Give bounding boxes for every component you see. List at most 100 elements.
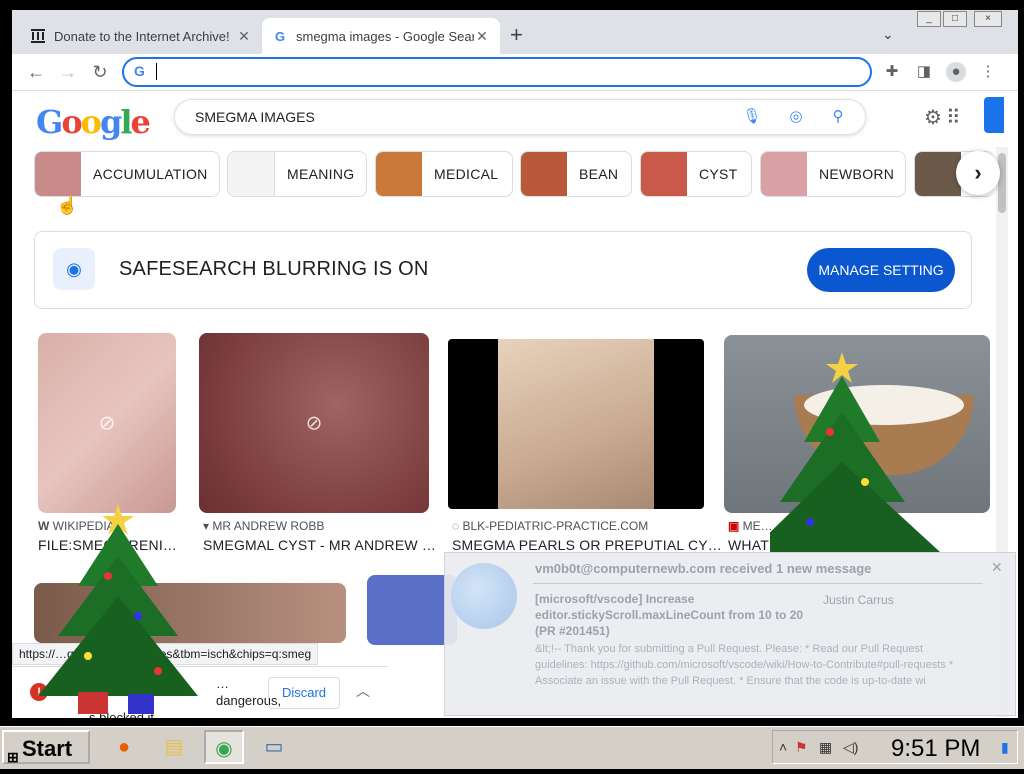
maximize-button[interactable]: □ (943, 11, 967, 27)
firefox-icon[interactable]: ● (104, 730, 144, 764)
search-query[interactable]: SMEGMA IMAGES (195, 109, 315, 125)
result-title[interactable]: SMEGMA PEARLS OR PREPUTIAL CY… (452, 537, 722, 553)
close-tab-icon[interactable]: ✕ (474, 28, 490, 45)
google-g-icon: G (134, 63, 145, 79)
settings-gear-icon[interactable]: ⚙ (924, 105, 942, 130)
result-image-1[interactable]: ⊘ (38, 333, 176, 513)
microphone-icon[interactable]: 🎙 (741, 106, 763, 128)
reload-icon[interactable]: ↻ (88, 60, 112, 84)
christmas-tree-icon (38, 504, 198, 714)
google-g-icon: G (274, 28, 286, 44)
google-doodle-logo[interactable]: Google (36, 103, 151, 141)
start-button[interactable]: ⊞ Start (2, 730, 90, 765)
notification-divider (533, 583, 983, 584)
windows-flag-icon: ⊞ (7, 749, 19, 765)
profile-avatar-icon[interactable]: ● (946, 62, 966, 82)
address-bar[interactable]: G (122, 57, 872, 87)
back-arrow-icon[interactable]: ← (24, 60, 48, 84)
chip-label: CYST (699, 166, 738, 182)
chip-newborn[interactable]: NEWBORN (760, 151, 906, 197)
result-image-2[interactable]: ⊘ (199, 333, 429, 513)
chip-thumbnail (761, 152, 807, 196)
chip-label: NEWBORN (819, 166, 895, 182)
result-source[interactable]: ◌ BLK-PEDIATRIC-PRACTICE.COM (452, 519, 648, 533)
safesearch-banner: ◉ SAFESEARCH BLURRING IS ON MANAGE SETTI… (34, 231, 972, 309)
chip-thumbnail (376, 152, 422, 196)
chip-thumbnail (915, 152, 961, 196)
tab-title: smegma images - Google Search (296, 28, 474, 44)
photo-content (498, 339, 654, 509)
result-source[interactable]: ▣ ME… (728, 519, 773, 533)
eye-off-icon: ◉ (53, 248, 95, 290)
system-tray: ˄ ⚑ ▦ ◁) 9:51 PM ▮ (772, 730, 1018, 764)
side-panel-icon[interactable]: ◨ (914, 62, 934, 82)
network-icon[interactable]: ▦ (819, 739, 832, 756)
volume-icon[interactable]: ◁) (843, 739, 858, 756)
text-caret (156, 63, 157, 80)
windows-taskbar: ⊞ Start ● ▤ ◉ ▭ ˄ ⚑ ▦ ◁) 9:51 PM ▮ (0, 726, 1024, 769)
chip-medical[interactable]: MEDICAL (375, 151, 513, 197)
notification-header: vm0b0t@computernewb.com received 1 new m… (535, 561, 872, 576)
chip-meaning[interactable]: MEANING (227, 151, 367, 197)
result-image-3[interactable] (448, 339, 704, 509)
remote-desktop-icon[interactable]: ▭ (254, 730, 294, 764)
chevron-up-icon[interactable]: ︿ (356, 681, 370, 701)
notification-body: &lt;!-- Thank you for submitting a Pull … (535, 643, 954, 687)
chip-thumbnail (35, 152, 81, 196)
search-box[interactable]: SMEGMA IMAGES 🎙 ◎ ⚲ (174, 99, 866, 135)
eye-off-icon: ⊘ (98, 412, 116, 435)
tray-expand-icon[interactable]: ˄ (779, 739, 787, 755)
mail-notification-toast[interactable]: vm0b0t@computernewb.com received 1 new m… (444, 552, 1016, 716)
tab-title: Donate to the Internet Archive! (54, 28, 230, 44)
safesearch-text: SAFESEARCH BLURRING IS ON (119, 258, 429, 280)
chrome-icon[interactable]: ◉ (204, 730, 244, 764)
chip-bean[interactable]: BEAN (520, 151, 632, 197)
manage-setting-button[interactable]: MANAGE SETTING (807, 248, 955, 292)
tab-strip: Donate to the Internet Archive! ✕ G smeg… (12, 10, 1018, 54)
minimize-button[interactable]: _ (917, 11, 941, 27)
notification-subject: [microsoft/vscode] Increase editor.stick… (535, 592, 804, 638)
tab-google-search[interactable]: G smegma images - Google Search ✕ (262, 18, 500, 54)
close-icon[interactable]: ✕ (991, 559, 1003, 576)
chip-label: MEANING (287, 166, 355, 182)
chip-label: ACCUMULATION (93, 166, 208, 182)
clock[interactable]: 9:51 PM (891, 735, 980, 763)
refinement-chips: ACCUMULATION MEANING MEDICAL BEAN CYST N… (34, 151, 994, 201)
security-alert-icon[interactable]: ⚑ (795, 739, 808, 756)
result-source[interactable]: ▾ MR ANDREW ROBB (203, 519, 324, 533)
chip-cyst[interactable]: CYST (640, 151, 752, 197)
chip-thumbnail (521, 152, 567, 196)
chip-accumulation[interactable]: ACCUMULATION (34, 151, 220, 197)
menu-kebab-icon[interactable]: ⋮ (978, 62, 998, 82)
file-explorer-icon[interactable]: ▤ (154, 730, 194, 764)
christmas-tree-icon (770, 352, 940, 552)
hand-cursor-icon: ☝ (56, 195, 79, 215)
apps-grid-icon[interactable]: ⠿ (946, 105, 961, 130)
forward-arrow-icon[interactable]: → (56, 60, 80, 84)
tab-internet-archive[interactable]: Donate to the Internet Archive! ✕ (20, 18, 262, 54)
chip-label: BEAN (579, 166, 619, 182)
sign-in-button[interactable] (984, 97, 1004, 133)
browser-toolbar: ← → ↻ G ✚ ◨ ● ⋮ (12, 54, 1018, 91)
chip-label: MEDICAL (434, 166, 499, 182)
chips-next-chevron-icon[interactable]: › (956, 151, 1000, 195)
address-input[interactable] (154, 62, 858, 82)
discard-button[interactable]: Discard (268, 677, 340, 709)
notification-sender: Justin Carrus (823, 593, 894, 607)
extensions-puzzle-icon[interactable]: ✚ (882, 62, 902, 82)
archive-icon (30, 28, 46, 44)
thunderbird-logo-icon (451, 563, 517, 629)
chip-thumbnail (641, 152, 687, 196)
close-window-button[interactable]: × (974, 11, 1002, 27)
eye-off-icon: ⊘ (305, 412, 323, 435)
chip-thumbnail (228, 152, 275, 196)
result-title[interactable]: SMEGMAL CYST - MR ANDREW … (203, 537, 436, 553)
new-tab-button[interactable]: + (510, 24, 523, 46)
start-label: Start (22, 736, 73, 761)
scrollbar-thumb[interactable] (998, 153, 1006, 213)
lens-camera-icon[interactable]: ◎ (785, 106, 807, 128)
close-tab-icon[interactable]: ✕ (236, 28, 252, 45)
tab-search-chevron-icon[interactable]: ⌄ (882, 26, 894, 43)
show-desktop-icon[interactable]: ▮ (1001, 739, 1009, 756)
search-icon[interactable]: ⚲ (827, 106, 849, 128)
